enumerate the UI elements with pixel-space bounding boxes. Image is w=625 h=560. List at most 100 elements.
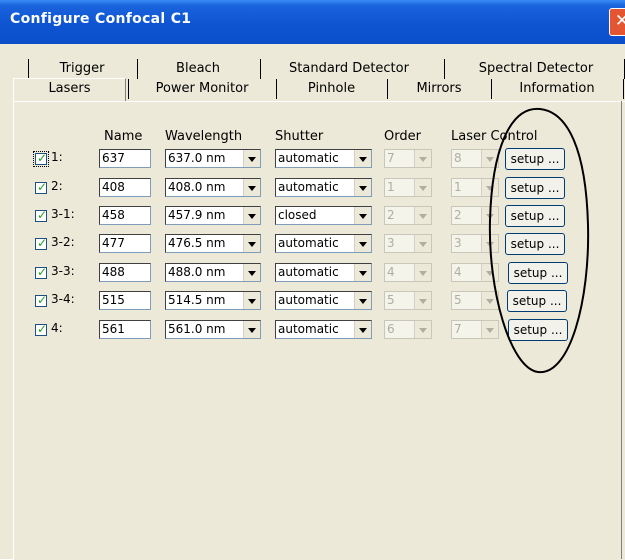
tab-standard-detector[interactable]: Standard Detector [262,59,436,79]
wavelength-value: 561.0 nm [168,322,226,336]
wavelength-value: 514.5 nm [168,293,226,307]
laser-row-2: ✓ 2: 408 408.0 nm automatic 1 1 setup ..… [0,177,625,202]
laser-name-field[interactable]: 561 [99,320,151,339]
tab-spectral-detector[interactable]: Spectral Detector [447,59,625,79]
tab-pinhole[interactable]: Pinhole [278,79,385,99]
wavelength-select[interactable]: 408.0 nm [165,178,261,197]
chevron-down-icon[interactable] [354,264,371,281]
checkmark-icon: ✓ [37,236,48,250]
order-value: 6 [387,322,395,336]
title-bar[interactable]: Configure Confocal C1 ✕ [0,0,625,44]
chevron-down-icon[interactable] [243,292,260,309]
tab-mirrors[interactable]: Mirrors [389,79,489,99]
chevron-down-icon[interactable] [354,150,371,167]
shutter-select[interactable]: automatic [275,234,372,253]
order-value: 7 [387,151,395,165]
shutter-select[interactable]: automatic [275,263,372,282]
setup-button[interactable]: setup ... [508,319,568,341]
tab-power-monitor[interactable]: Power Monitor [130,79,274,99]
laser-enable-checkbox[interactable]: ✓ [35,180,47,194]
chevron-down-icon[interactable] [243,321,260,338]
tab-label: Standard Detector [289,61,409,76]
order-select: 1 [384,178,432,197]
setup-button[interactable]: setup ... [508,262,568,284]
laser-enable-checkbox[interactable]: ✓ [35,208,47,222]
laser-enable-checkbox[interactable]: ✓ [35,236,48,250]
chevron-down-icon[interactable] [354,179,371,196]
tab-lasers[interactable]: Lasers [13,78,126,101]
tab-information[interactable]: Information [493,79,621,99]
chevron-down-icon [414,292,431,309]
laser-name-field[interactable]: 477 [99,234,151,253]
wavelength-select[interactable]: 488.0 nm [165,263,261,282]
wavelength-select[interactable]: 514.5 nm [165,291,261,310]
laser-control-value: 4 [454,265,462,279]
tab-bleach[interactable]: Bleach [139,59,257,79]
shutter-select[interactable]: automatic [275,291,372,310]
window-title: Configure Confocal C1 [10,11,192,27]
order-value: 5 [387,293,395,307]
chevron-down-icon[interactable] [354,292,371,309]
chevron-down-icon [481,179,498,196]
shutter-select[interactable]: automatic [275,320,372,339]
tab-label: Power Monitor [155,81,249,96]
wavelength-value: 488.0 nm [168,265,226,279]
laser-enable-checkbox[interactable]: ✓ [35,265,47,279]
column-header-laser-control: Laser Control [451,129,538,144]
tab-label: Information [519,81,595,96]
laser-name-field[interactable]: 458 [99,206,151,225]
tab-divider [387,79,388,99]
setup-button[interactable]: setup ... [505,148,565,170]
shutter-select[interactable]: automatic [275,178,372,197]
chevron-down-icon[interactable] [354,207,371,224]
order-value: 3 [387,236,395,250]
laser-name-field[interactable]: 515 [99,291,151,310]
wavelength-select[interactable]: 561.0 nm [165,320,261,339]
laser-enable-checkbox[interactable]: ✓ [33,151,49,167]
laser-control-select: 1 [451,178,499,197]
laser-name-field[interactable]: 408 [99,178,151,197]
wavelength-value: 476.5 nm [168,236,226,250]
shutter-value: automatic [278,151,339,165]
shutter-value: closed [278,208,317,222]
wavelength-select[interactable]: 476.5 nm [165,234,261,253]
setup-button[interactable]: setup ... [505,205,565,227]
laser-name-field[interactable]: 488 [99,263,151,282]
tab-label: Pinhole [307,81,356,96]
tab-label: Spectral Detector [478,61,594,76]
chevron-down-icon[interactable] [243,179,260,196]
chevron-down-icon[interactable] [243,235,260,252]
order-select: 7 [384,149,432,168]
column-header-shutter: Shutter [275,129,324,144]
setup-button[interactable]: setup ... [505,233,565,255]
close-button[interactable]: ✕ [609,8,625,36]
wavelength-select[interactable]: 637.0 nm [165,149,261,168]
laser-control-value: 5 [454,293,462,307]
laser-control-select: 8 [451,149,499,168]
checkmark-icon: ✓ [37,293,48,307]
chevron-down-icon[interactable] [243,207,260,224]
tab-divider [137,59,138,79]
tab-divider [28,59,29,79]
chevron-down-icon[interactable] [354,235,371,252]
chevron-down-icon[interactable] [243,264,260,281]
shutter-select[interactable]: automatic [275,149,372,168]
shutter-select[interactable]: closed [275,206,372,225]
laser-control-select: 5 [451,291,499,310]
laser-control-value: 1 [454,180,462,194]
chevron-down-icon[interactable] [354,321,371,338]
laser-name-field[interactable]: 637 [99,149,151,168]
tab-divider [128,79,129,99]
tab-label: Bleach [176,61,220,76]
setup-button[interactable]: setup ... [507,290,567,312]
order-select: 5 [384,291,432,310]
tab-trigger[interactable]: Trigger [30,59,134,79]
setup-button[interactable]: setup ... [505,177,565,199]
order-value: 2 [387,208,395,222]
laser-enable-checkbox[interactable]: ✓ [35,293,48,307]
wavelength-select[interactable]: 457.9 nm [165,206,261,225]
chevron-down-icon [481,321,498,338]
laser-enable-checkbox[interactable]: ✓ [35,322,47,336]
chevron-down-icon[interactable] [243,150,260,167]
chevron-down-icon [414,235,431,252]
